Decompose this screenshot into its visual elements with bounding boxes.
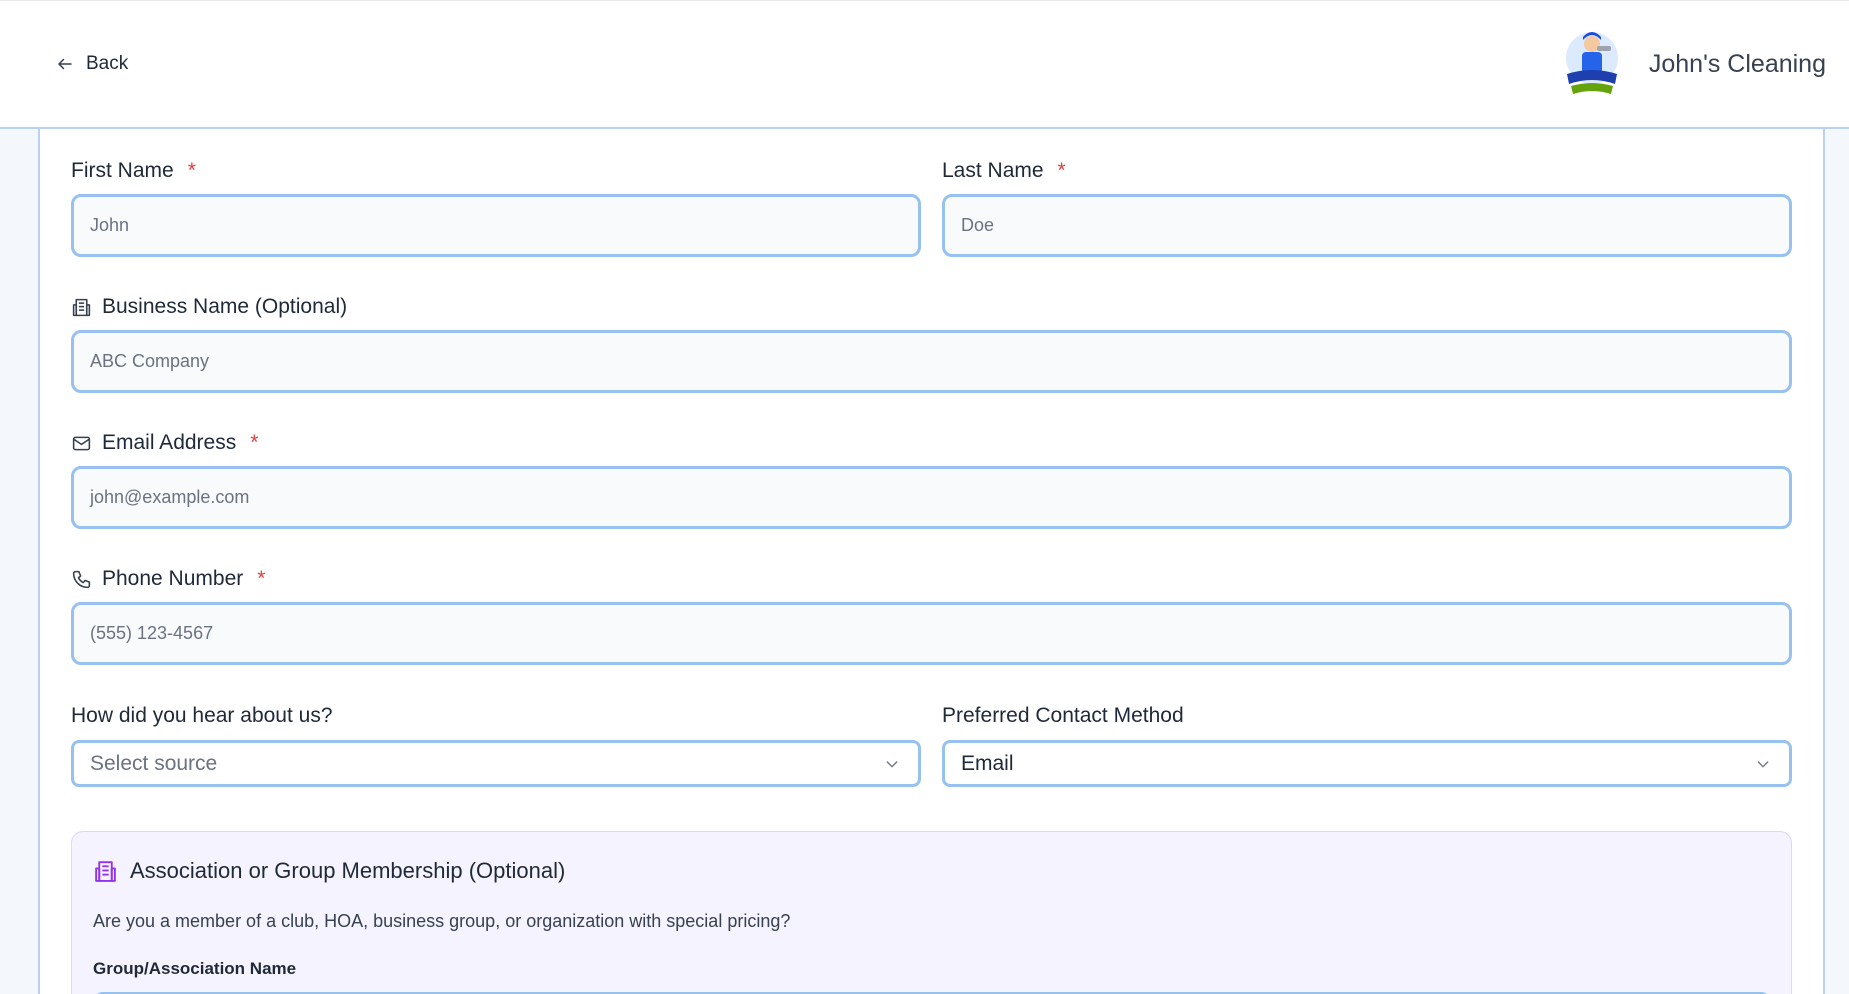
- first-name-label: First Name *: [71, 157, 921, 185]
- signup-form-card: First Name * John Last Name * Doe Busine…: [38, 129, 1825, 994]
- building-icon: [72, 298, 91, 316]
- required-marker: *: [257, 567, 266, 590]
- source-label-text: How did you hear about us?: [71, 704, 333, 727]
- back-label: Back: [86, 53, 129, 74]
- mail-icon: [72, 436, 91, 450]
- required-marker: *: [187, 159, 196, 182]
- business-name-placeholder: ABC Company: [90, 351, 210, 371]
- phone-input[interactable]: (555) 123-4567: [71, 602, 1792, 665]
- phone-label: Phone Number *: [71, 565, 1792, 593]
- chevron-down-icon: [1757, 760, 1769, 767]
- business-name-label: Business Name (Optional): [71, 293, 1792, 321]
- business-name-label-text: Business Name (Optional): [102, 295, 348, 318]
- source-field: How did you hear about us? Select source: [71, 702, 921, 789]
- last-name-input[interactable]: Doe: [942, 194, 1792, 257]
- email-label: Email Address *: [71, 429, 1792, 457]
- chevron-down-icon: [886, 760, 898, 767]
- email-field: Email Address * john@example.com: [71, 429, 1792, 529]
- contact-method-selected-value: Email: [961, 751, 1014, 775]
- top-header: Back John's Cleaning: [0, 0, 1849, 129]
- email-input[interactable]: john@example.com: [71, 466, 1792, 529]
- first-name-input[interactable]: John: [71, 194, 921, 257]
- building-icon: [95, 860, 116, 882]
- email-placeholder: john@example.com: [90, 487, 250, 507]
- contact-method-select[interactable]: Email: [942, 740, 1792, 787]
- last-name-label-text: Last Name: [942, 159, 1044, 182]
- arrow-left-icon: [58, 58, 72, 70]
- johns-cleaning-logo: [1565, 32, 1618, 94]
- last-name-field: Last Name * Doe: [942, 157, 1792, 257]
- first-name-label-text: First Name: [71, 159, 174, 182]
- email-label-text: Email Address: [102, 431, 237, 454]
- phone-icon: [72, 570, 91, 588]
- first-name-field: First Name * John: [71, 157, 921, 257]
- business-name-input[interactable]: ABC Company: [71, 330, 1792, 393]
- brand: John's Cleaning: [1561, 28, 1826, 100]
- last-name-placeholder: Doe: [961, 215, 995, 235]
- first-name-placeholder: John: [90, 215, 130, 235]
- business-name-field: Business Name (Optional) ABC Company: [71, 293, 1792, 393]
- contact-method-field: Preferred Contact Method Email: [942, 702, 1792, 789]
- contact-method-label-text: Preferred Contact Method: [942, 704, 1184, 727]
- contact-method-label: Preferred Contact Method: [942, 702, 1792, 730]
- association-title: Association or Group Membership (Optiona…: [93, 858, 565, 884]
- association-title-text: Association or Group Membership (Optiona…: [130, 858, 566, 883]
- phone-field: Phone Number * (555) 123-4567: [71, 565, 1792, 665]
- source-selected-value: Select source: [90, 751, 218, 775]
- source-label: How did you hear about us?: [71, 702, 921, 730]
- association-section: Association or Group Membership (Optiona…: [71, 831, 1792, 994]
- phone-placeholder: (555) 123-4567: [90, 623, 214, 643]
- group-name-label: Group/Association Name: [93, 959, 297, 978]
- phone-label-text: Phone Number: [102, 567, 244, 590]
- last-name-label: Last Name *: [942, 157, 1792, 185]
- required-marker: *: [1057, 159, 1066, 182]
- back-button[interactable]: Back: [56, 53, 128, 75]
- brand-name: John's Cleaning: [1648, 49, 1826, 78]
- association-description: Are you a member of a club, HOA, busines…: [93, 911, 791, 931]
- source-select[interactable]: Select source: [71, 740, 921, 787]
- required-marker: *: [250, 431, 259, 454]
